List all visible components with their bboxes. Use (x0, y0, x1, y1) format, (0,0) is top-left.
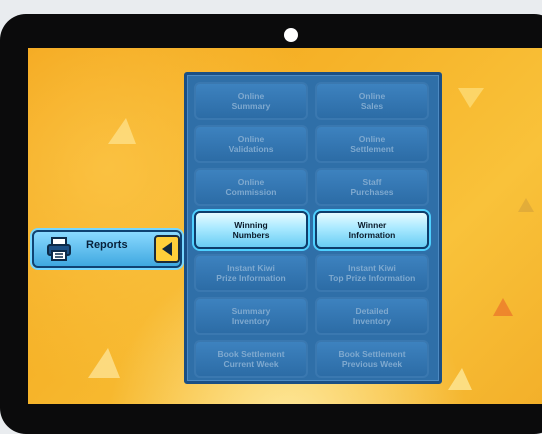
online-summary-button[interactable]: Online Summary (194, 82, 308, 120)
online-validations-button[interactable]: Online Validations (194, 125, 308, 163)
decor-shard (448, 368, 472, 390)
summary-inventory-button[interactable]: Summary Inventory (194, 297, 308, 335)
printer-icon (47, 237, 71, 261)
online-settlement-button[interactable]: Online Settlement (315, 125, 429, 163)
button-label: Book Settlement Previous Week (338, 349, 406, 369)
camera-dot (284, 28, 298, 42)
instant-kiwi-prize-information-button[interactable]: Instant Kiwi Prize Information (194, 254, 308, 292)
button-label: Summary Inventory (231, 306, 271, 326)
button-label: Online Validations (228, 134, 274, 154)
button-label: Online Summary (231, 91, 271, 111)
decor-shard (88, 348, 120, 378)
reports-submenu-panel: Online Summary Online Sales Online Valid… (184, 72, 442, 384)
reports-menu-button[interactable]: Reports (32, 230, 182, 268)
book-settlement-current-week-button[interactable]: Book Settlement Current Week (194, 340, 308, 378)
button-label: Instant Kiwi Top Prize Information (328, 263, 416, 283)
button-label: Detailed Inventory (352, 306, 392, 326)
decor-shard (518, 198, 534, 212)
online-commission-button[interactable]: Online Commission (194, 168, 308, 206)
staff-purchases-button[interactable]: Staff Purchases (315, 168, 429, 206)
button-label: Instant Kiwi Prize Information (216, 263, 286, 283)
button-label: Online Commission (225, 177, 277, 197)
detailed-inventory-button[interactable]: Detailed Inventory (315, 297, 429, 335)
button-label: Staff Purchases (350, 177, 394, 197)
button-label: Winner Information (348, 220, 396, 240)
winning-numbers-button[interactable]: Winning Numbers (194, 211, 308, 249)
button-label: Book Settlement Current Week (217, 349, 285, 369)
button-label: Winning Numbers (232, 220, 270, 240)
collapse-arrow-button[interactable] (154, 235, 180, 263)
book-settlement-previous-week-button[interactable]: Book Settlement Previous Week (315, 340, 429, 378)
button-label: Online Settlement (350, 134, 394, 154)
online-sales-button[interactable]: Online Sales (315, 82, 429, 120)
decor-shard (108, 118, 136, 144)
app-screen: Reports Online Summary Online Sales Onli… (28, 48, 542, 404)
button-label: Online Sales (358, 91, 386, 111)
instant-kiwi-top-prize-information-button[interactable]: Instant Kiwi Top Prize Information (315, 254, 429, 292)
decor-shard (458, 88, 484, 108)
reports-label: Reports (86, 239, 128, 251)
winner-information-button[interactable]: Winner Information (315, 211, 429, 249)
decor-shard (493, 298, 513, 316)
